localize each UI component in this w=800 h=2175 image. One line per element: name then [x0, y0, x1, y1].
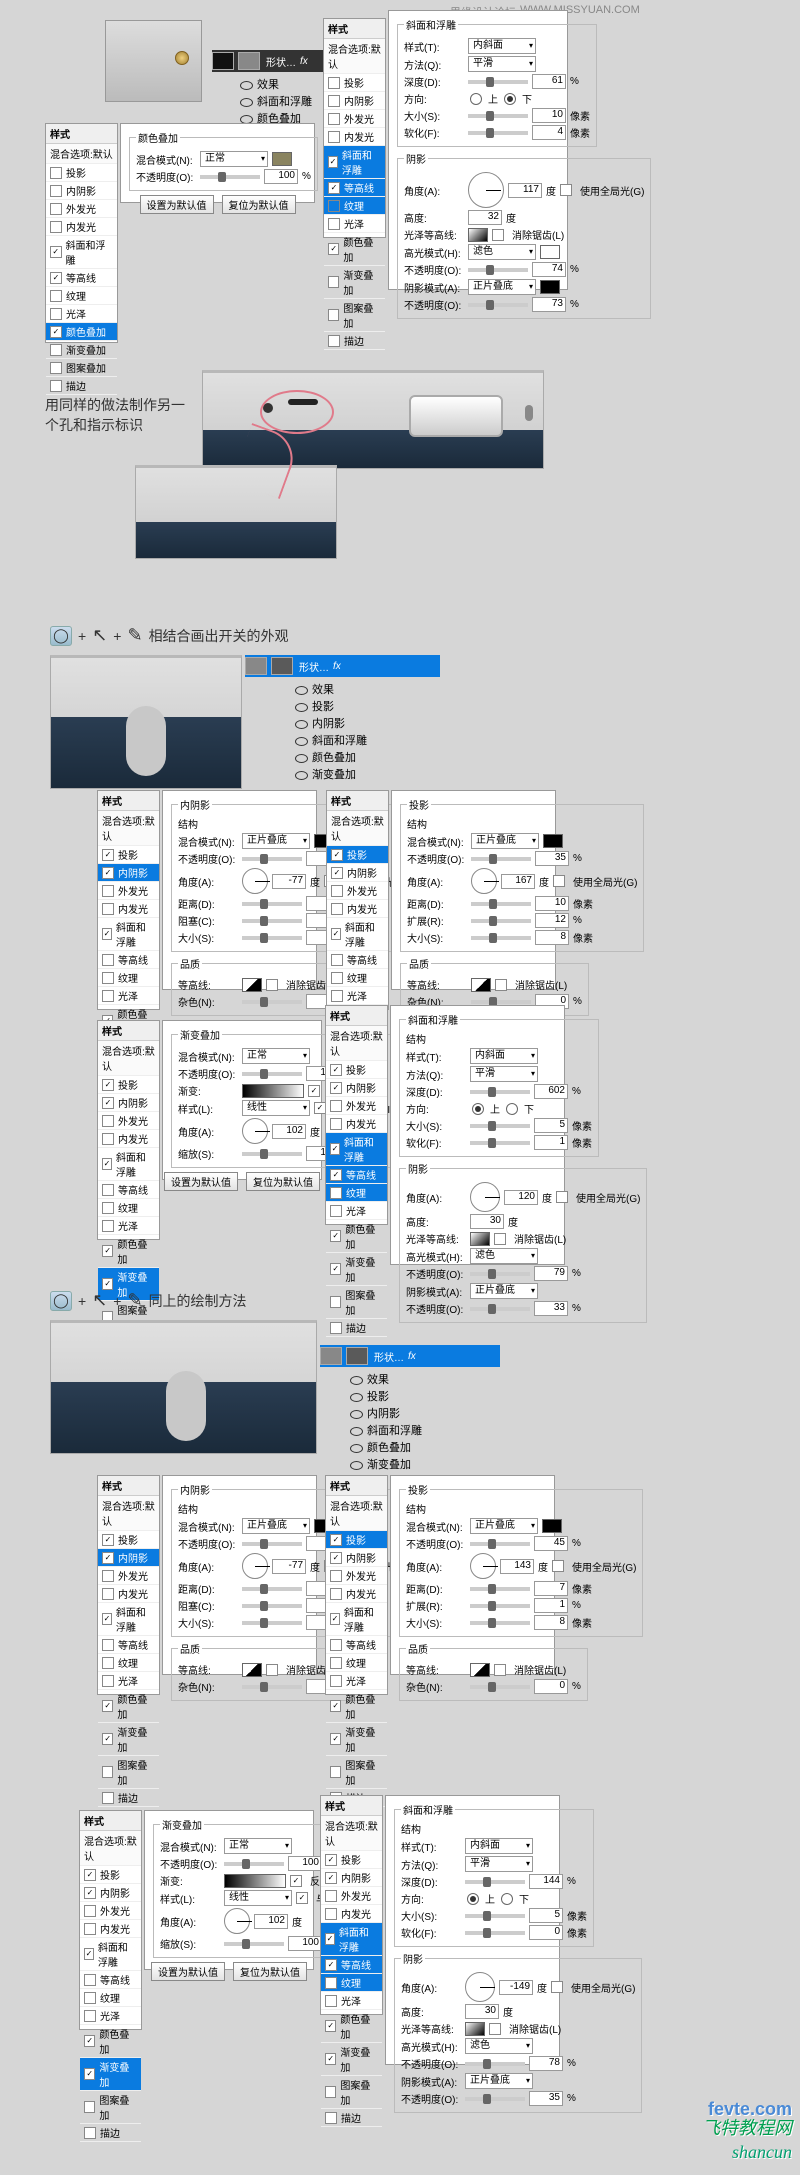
drop-shadow-settings: 投影 结构 混合模式(N):正片叠底 不透明度(O):35% 角度(A):167…	[391, 790, 556, 990]
style-item[interactable]: 投影	[324, 74, 385, 92]
gradient-settings-2: 渐变叠加 混合模式(N):正常 不透明度(O):100% 渐变:✓反向(R) 样…	[144, 1810, 314, 1970]
annotation-circle	[260, 390, 334, 434]
eyelet-icon	[175, 51, 189, 65]
style-item[interactable]: 内阴影	[324, 92, 385, 110]
caption-3: 同上的绘制方法	[149, 1291, 247, 1311]
group-bevel: 斜面和浮雕	[404, 17, 458, 32]
bevel-technique-dd[interactable]: 平滑	[468, 56, 536, 72]
style-list-color: 样式 混合选项:默认 投影 内阴影 外发光 内发光 ✓斜面和浮雕 ✓等高线 纹理…	[45, 123, 118, 343]
bevel-settings-3: 斜面和浮雕 结构 样式(T):内斜面 方法(Q):平滑 深度(D):144% 方…	[385, 1795, 560, 2065]
switch-shape	[126, 706, 166, 776]
style-item-bevel[interactable]: ✓斜面和浮雕	[324, 146, 385, 179]
effects-list-1: 效果 斜面和浮雕 颜色叠加	[240, 75, 312, 127]
layer-thumb	[238, 52, 260, 70]
inner-shadow-settings-2: 内阴影 结构 混合模式(N):正片叠底 不透明度(O):68% 角度(A):-7…	[162, 1475, 317, 1675]
style-list-bevel: 样式 混合选项:默认 投影 内阴影 外发光 内发光 ✓斜面和浮雕 ✓等高线 纹理…	[323, 18, 386, 238]
ellipse-tool-icon[interactable]: ◯	[50, 626, 72, 646]
camera-detail-thumb	[105, 20, 202, 102]
style-list-bevel2: 样式 混合选项:默认 ✓投影 ✓内阴影 外发光 内发光 ✓斜面和浮雕 ✓等高线 …	[325, 1005, 388, 1225]
layers-bar-3[interactable]: 形状… fx	[320, 1345, 500, 1367]
switch-shape	[166, 1371, 206, 1441]
gradient-swatch[interactable]	[242, 1084, 304, 1098]
inner-shadow-settings: 内阴影 结构 混合模式(N):正片叠底 不透明度(O):45% 角度(A):-7…	[162, 790, 317, 990]
direct-select-icon[interactable]: ↖	[92, 1290, 107, 1311]
style-item[interactable]: 外发光	[324, 110, 385, 128]
style-item-drop-shadow[interactable]: ✓投影	[327, 846, 388, 864]
group-shading: 阴影	[404, 151, 428, 166]
style-list-inner-shadow: 样式 混合选项:默认 ✓投影 ✓内阴影 外发光 内发光 ✓斜面和浮雕 等高线 纹…	[97, 790, 160, 1010]
style-item-inner-shadow[interactable]: ✓内阴影	[98, 864, 159, 882]
sensor-icon	[525, 405, 533, 421]
size-slider[interactable]	[468, 114, 528, 118]
style-item[interactable]: 光泽	[324, 215, 385, 233]
fx-label: fx	[300, 56, 308, 67]
drop-shadow-settings-2: 投影 结构 混合模式(N):正片叠底 不透明度(O):45% 角度(A):143…	[390, 1475, 555, 1675]
bevel-settings-2: 斜面和浮雕 结构 样式(T):内斜面 方法(Q):平滑 深度(D):602% 方…	[390, 1005, 565, 1265]
color-overlay-settings: 颜色叠加 混合模式(N):正常 不透明度(O):100% 设置为默认值 复位为默…	[120, 123, 315, 203]
make-default-btn[interactable]: 设置为默认值	[140, 195, 214, 214]
style-list-drop-shadow-2: 样式 混合选项:默认 ✓投影 ✓内阴影 外发光 内发光 ✓斜面和浮雕 等高线 纹…	[325, 1475, 388, 1695]
contour-swatch[interactable]	[468, 228, 488, 242]
color-swatch[interactable]	[272, 152, 292, 166]
ellipse-tool-icon[interactable]: ◯	[50, 1291, 72, 1311]
style-item-color-overlay[interactable]: ✓颜色叠加	[46, 323, 117, 341]
pen-tool-icon[interactable]: ✎	[127, 1290, 142, 1311]
depth-val[interactable]: 61	[532, 74, 566, 89]
watermark-feite: 飞特教程网	[702, 2114, 792, 2140]
reset-default-btn[interactable]: 复位为默认值	[222, 195, 296, 214]
flash-window	[409, 395, 503, 437]
style-list-grad-2: 样式 混合选项:默认 ✓投影 ✓内阴影 外发光 内发光 ✓斜面和浮雕 等高线 纹…	[79, 1810, 142, 2030]
style-item[interactable]: 描边	[324, 332, 385, 350]
style-item[interactable]: ✓颜色叠加	[324, 233, 385, 266]
style-list-inner-shadow-2: 样式 混合选项:默认 ✓投影 ✓内阴影 外发光 内发光 ✓斜面和浮雕 等高线 纹…	[97, 1475, 160, 1695]
layer-label: 形状…	[266, 54, 296, 69]
style-item[interactable]: ✓等高线	[324, 179, 385, 197]
pen-tool-icon[interactable]: ✎	[127, 625, 142, 646]
style-list-bevel-3: 样式 混合选项:默认 ✓投影 ✓内阴影 外发光 内发光 ✓斜面和浮雕 ✓等高线 …	[320, 1795, 383, 2015]
tool-row-1: ◯ + ↖ + ✎ 相结合画出开关的外观	[50, 625, 289, 646]
dir-down[interactable]	[504, 93, 516, 105]
caption-2: 相结合画出开关的外观	[149, 626, 289, 646]
depth-slider[interactable]	[468, 80, 528, 84]
angle-wheel[interactable]	[468, 172, 504, 208]
watermark-shancun: shancun	[732, 2142, 792, 2163]
style-item[interactable]: 渐变叠加	[324, 266, 385, 299]
dir-up[interactable]	[470, 93, 482, 105]
effects-list-2: 效果 投影 内阴影 斜面和浮雕 颜色叠加 渐变叠加	[295, 680, 367, 783]
style-item[interactable]: 图案叠加	[324, 299, 385, 332]
soften-slider[interactable]	[468, 131, 528, 135]
effects-list-3: 效果 投影 内阴影 斜面和浮雕 颜色叠加 渐变叠加	[350, 1370, 422, 1473]
tool-row-2: ◯ + ↖ + ✎ 同上的绘制方法	[50, 1290, 247, 1311]
style-list-grad: 样式 混合选项:默认 ✓投影 ✓内阴影 外发光 内发光 ✓斜面和浮雕 等高线 纹…	[97, 1020, 160, 1240]
bevel-style-dd[interactable]: 内斜面	[468, 38, 536, 54]
camera-switch-view	[50, 655, 242, 789]
direct-select-icon[interactable]: ↖	[92, 625, 107, 646]
gradient-settings: 渐变叠加 混合模式(N):正常 不透明度(O):100% 渐变:✓反向(R) 样…	[162, 1020, 322, 1180]
style-list-drop-shadow: 样式 混合选项:默认 ✓投影 ✓内阴影 外发光 内发光 ✓斜面和浮雕 等高线 纹…	[326, 790, 389, 1010]
style-item[interactable]: 内发光	[324, 128, 385, 146]
layers-bar-2[interactable]: 形状… fx	[245, 655, 440, 677]
global-cb[interactable]	[560, 184, 572, 196]
bevel-settings-panel: 斜面和浮雕 样式(T):内斜面 方法(Q):平滑 深度(D):61% 方向:上下…	[388, 10, 568, 290]
layer-thumb	[212, 52, 234, 70]
camera-switch-view-2	[50, 1320, 317, 1454]
style-item[interactable]: 纹理	[324, 197, 385, 215]
caption-1: 用同样的做法制作另一个孔和指示标识	[45, 395, 195, 435]
